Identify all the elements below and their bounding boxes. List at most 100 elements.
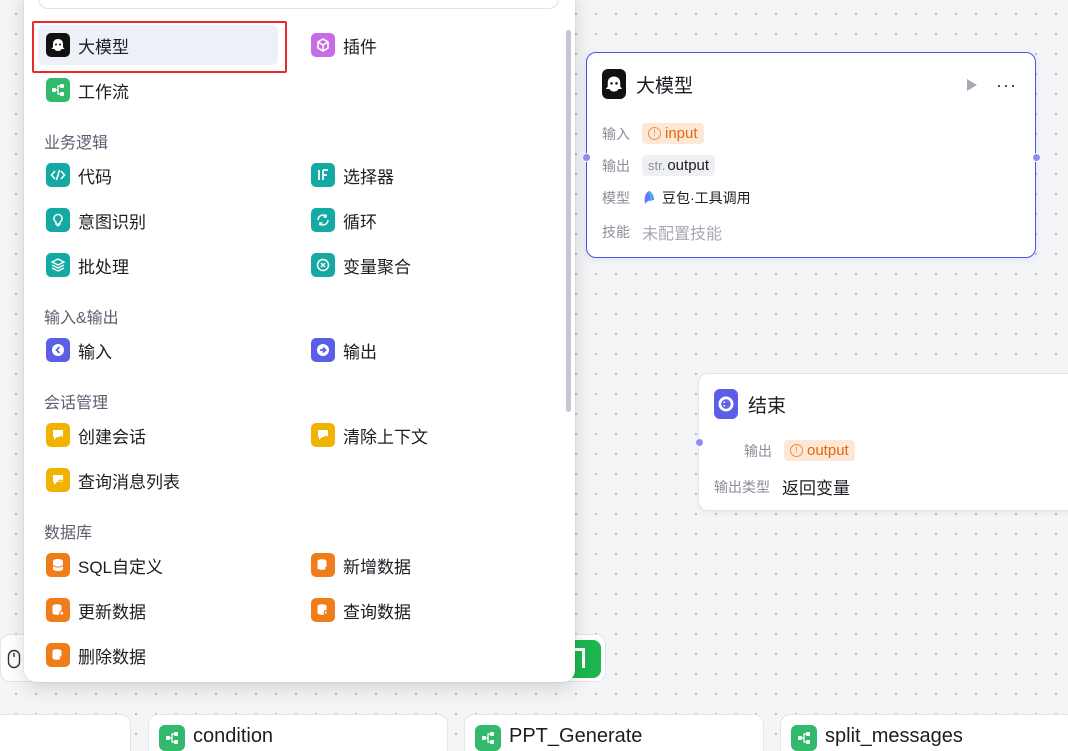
menu-item-label: 工作流 — [78, 82, 129, 102]
menu-item-input[interactable]: 输入 — [38, 330, 278, 370]
menu-item-label: 选择器 — [343, 167, 394, 187]
mouse-icon[interactable] — [7, 649, 21, 674]
menu-item-label: SQL自定义 — [78, 557, 164, 577]
menu-item-label: 插件 — [343, 37, 377, 57]
input-variable-tag[interactable]: ! input — [642, 123, 704, 144]
menu-scrollbar[interactable] — [566, 30, 571, 412]
llm-node-title: 大模型 — [636, 75, 694, 97]
intent-icon — [46, 208, 70, 232]
llm-input-port[interactable] — [582, 153, 591, 162]
end-output-row: 输出 ! output — [744, 440, 855, 461]
end-node-title: 结束 — [748, 395, 787, 417]
clear-context-icon — [311, 423, 335, 447]
menu-item-sql[interactable]: SQL自定义 — [38, 545, 278, 585]
doubao-logo-icon — [644, 190, 654, 204]
menu-item-label: 循环 — [343, 212, 377, 232]
database-delete-icon — [46, 643, 70, 667]
play-icon[interactable] — [965, 77, 979, 98]
llm-icon — [602, 69, 626, 99]
aggregate-icon — [311, 253, 335, 277]
workflow-name: PPT_Generate — [509, 725, 643, 747]
end-output-type-label: 输出类型 — [714, 478, 770, 495]
plugin-icon — [311, 33, 335, 57]
menu-item-clear-context[interactable]: 清除上下文 — [303, 415, 543, 455]
end-output-type-row: 输出类型 返回变量 — [714, 474, 850, 499]
input-icon — [46, 338, 70, 362]
menu-item-selector[interactable]: 选择器 — [303, 155, 543, 195]
llm-input-label: 输入 — [602, 125, 630, 142]
create-conversation-icon — [46, 423, 70, 447]
end-node-header: 结束 — [714, 389, 786, 419]
menu-item-label: 更新数据 — [78, 602, 146, 622]
database-search-icon — [311, 598, 335, 622]
skill-value: 未配置技能 — [642, 226, 723, 243]
database-update-icon — [46, 598, 70, 622]
workflow-chip-ppt-generate[interactable]: PPT_Generate — [464, 714, 764, 751]
menu-item-intent[interactable]: 意图识别 — [38, 200, 278, 240]
workflow-icon — [159, 725, 185, 751]
workflow-icon — [46, 78, 70, 102]
menu-item-query-messages[interactable]: 查询消息列表 — [38, 460, 278, 500]
menu-item-output[interactable]: 输出 — [303, 330, 543, 370]
section-title-io: 输入&输出 — [44, 310, 119, 327]
llm-model-label: 模型 — [602, 190, 630, 206]
menu-search-input[interactable] — [38, 0, 559, 9]
end-output-type-value: 返回变量 — [782, 479, 850, 498]
menu-item-label: 删除数据 — [78, 647, 146, 667]
llm-skill-row: 技能 未配置技能 — [602, 220, 722, 244]
menu-item-aggregate[interactable]: 变量聚合 — [303, 245, 543, 285]
menu-item-label: 创建会话 — [78, 427, 146, 447]
menu-item-label: 变量聚合 — [343, 257, 411, 277]
menu-item-label: 代码 — [78, 167, 112, 187]
end-output-variable-name: output — [807, 442, 849, 459]
more-options-icon[interactable]: ··· — [996, 75, 1017, 96]
menu-item-label: 输入 — [78, 342, 112, 362]
menu-item-label: 输出 — [343, 342, 377, 362]
section-title-database: 数据库 — [44, 525, 93, 542]
menu-item-delete-data[interactable]: 删除数据 — [38, 635, 278, 675]
model-name: 豆包·工具调用 — [662, 190, 751, 206]
menu-item-label: 查询消息列表 — [78, 472, 180, 492]
section-title-logic: 业务逻辑 — [44, 135, 109, 152]
menu-item-label: 意图识别 — [78, 212, 146, 232]
model-selector[interactable]: 豆包·工具调用 — [642, 188, 751, 208]
menu-item-query-data[interactable]: 查询数据 — [303, 590, 543, 630]
output-variable-tag[interactable]: str. output — [642, 155, 716, 176]
llm-output-row: 输出 str. output — [602, 155, 716, 176]
workflow-chip-partial[interactable] — [0, 714, 131, 751]
warning-icon: ! — [790, 444, 803, 457]
menu-item-code[interactable]: 代码 — [38, 155, 278, 195]
end-node[interactable]: 结束 输出 ! output 输出类型 返回变量 — [698, 373, 1068, 511]
workflow-chip-condition[interactable]: condition — [148, 714, 448, 751]
section-title-conversation: 会话管理 — [44, 395, 109, 412]
menu-item-label: 大模型 — [78, 37, 129, 57]
input-variable-name: input — [665, 125, 698, 142]
end-icon — [714, 389, 738, 419]
workflow-name: condition — [193, 725, 274, 747]
menu-item-label: 批处理 — [78, 257, 129, 277]
llm-node[interactable]: 大模型 ··· 输入 ! input 输出 str. output 模型 豆包·… — [586, 52, 1036, 258]
batch-icon — [46, 253, 70, 277]
menu-item-update-data[interactable]: 更新数据 — [38, 590, 278, 630]
menu-item-plugin[interactable]: 插件 — [303, 25, 543, 65]
end-input-port[interactable] — [695, 438, 704, 447]
output-variable-name: output — [667, 157, 710, 174]
menu-item-llm[interactable]: 大模型 — [38, 25, 278, 65]
end-output-variable-tag[interactable]: ! output — [784, 440, 855, 461]
llm-output-label: 输出 — [602, 157, 630, 174]
selector-icon — [311, 163, 335, 187]
menu-item-batch[interactable]: 批处理 — [38, 245, 278, 285]
menu-item-insert-data[interactable]: 新增数据 — [303, 545, 543, 585]
menu-item-label: 查询数据 — [343, 602, 411, 622]
llm-icon — [46, 33, 70, 57]
menu-item-create-conversation[interactable]: 创建会话 — [38, 415, 278, 455]
menu-item-workflow[interactable]: 工作流 — [38, 70, 278, 110]
llm-node-header: 大模型 — [602, 69, 693, 99]
llm-model-row: 模型 豆包·工具调用 — [602, 188, 751, 208]
llm-output-port[interactable] — [1032, 153, 1041, 162]
code-icon — [46, 163, 70, 187]
query-messages-icon — [46, 468, 70, 492]
workflow-icon — [791, 725, 817, 751]
workflow-chip-split-messages[interactable]: split_messages — [780, 714, 1068, 751]
menu-item-loop[interactable]: 循环 — [303, 200, 543, 240]
